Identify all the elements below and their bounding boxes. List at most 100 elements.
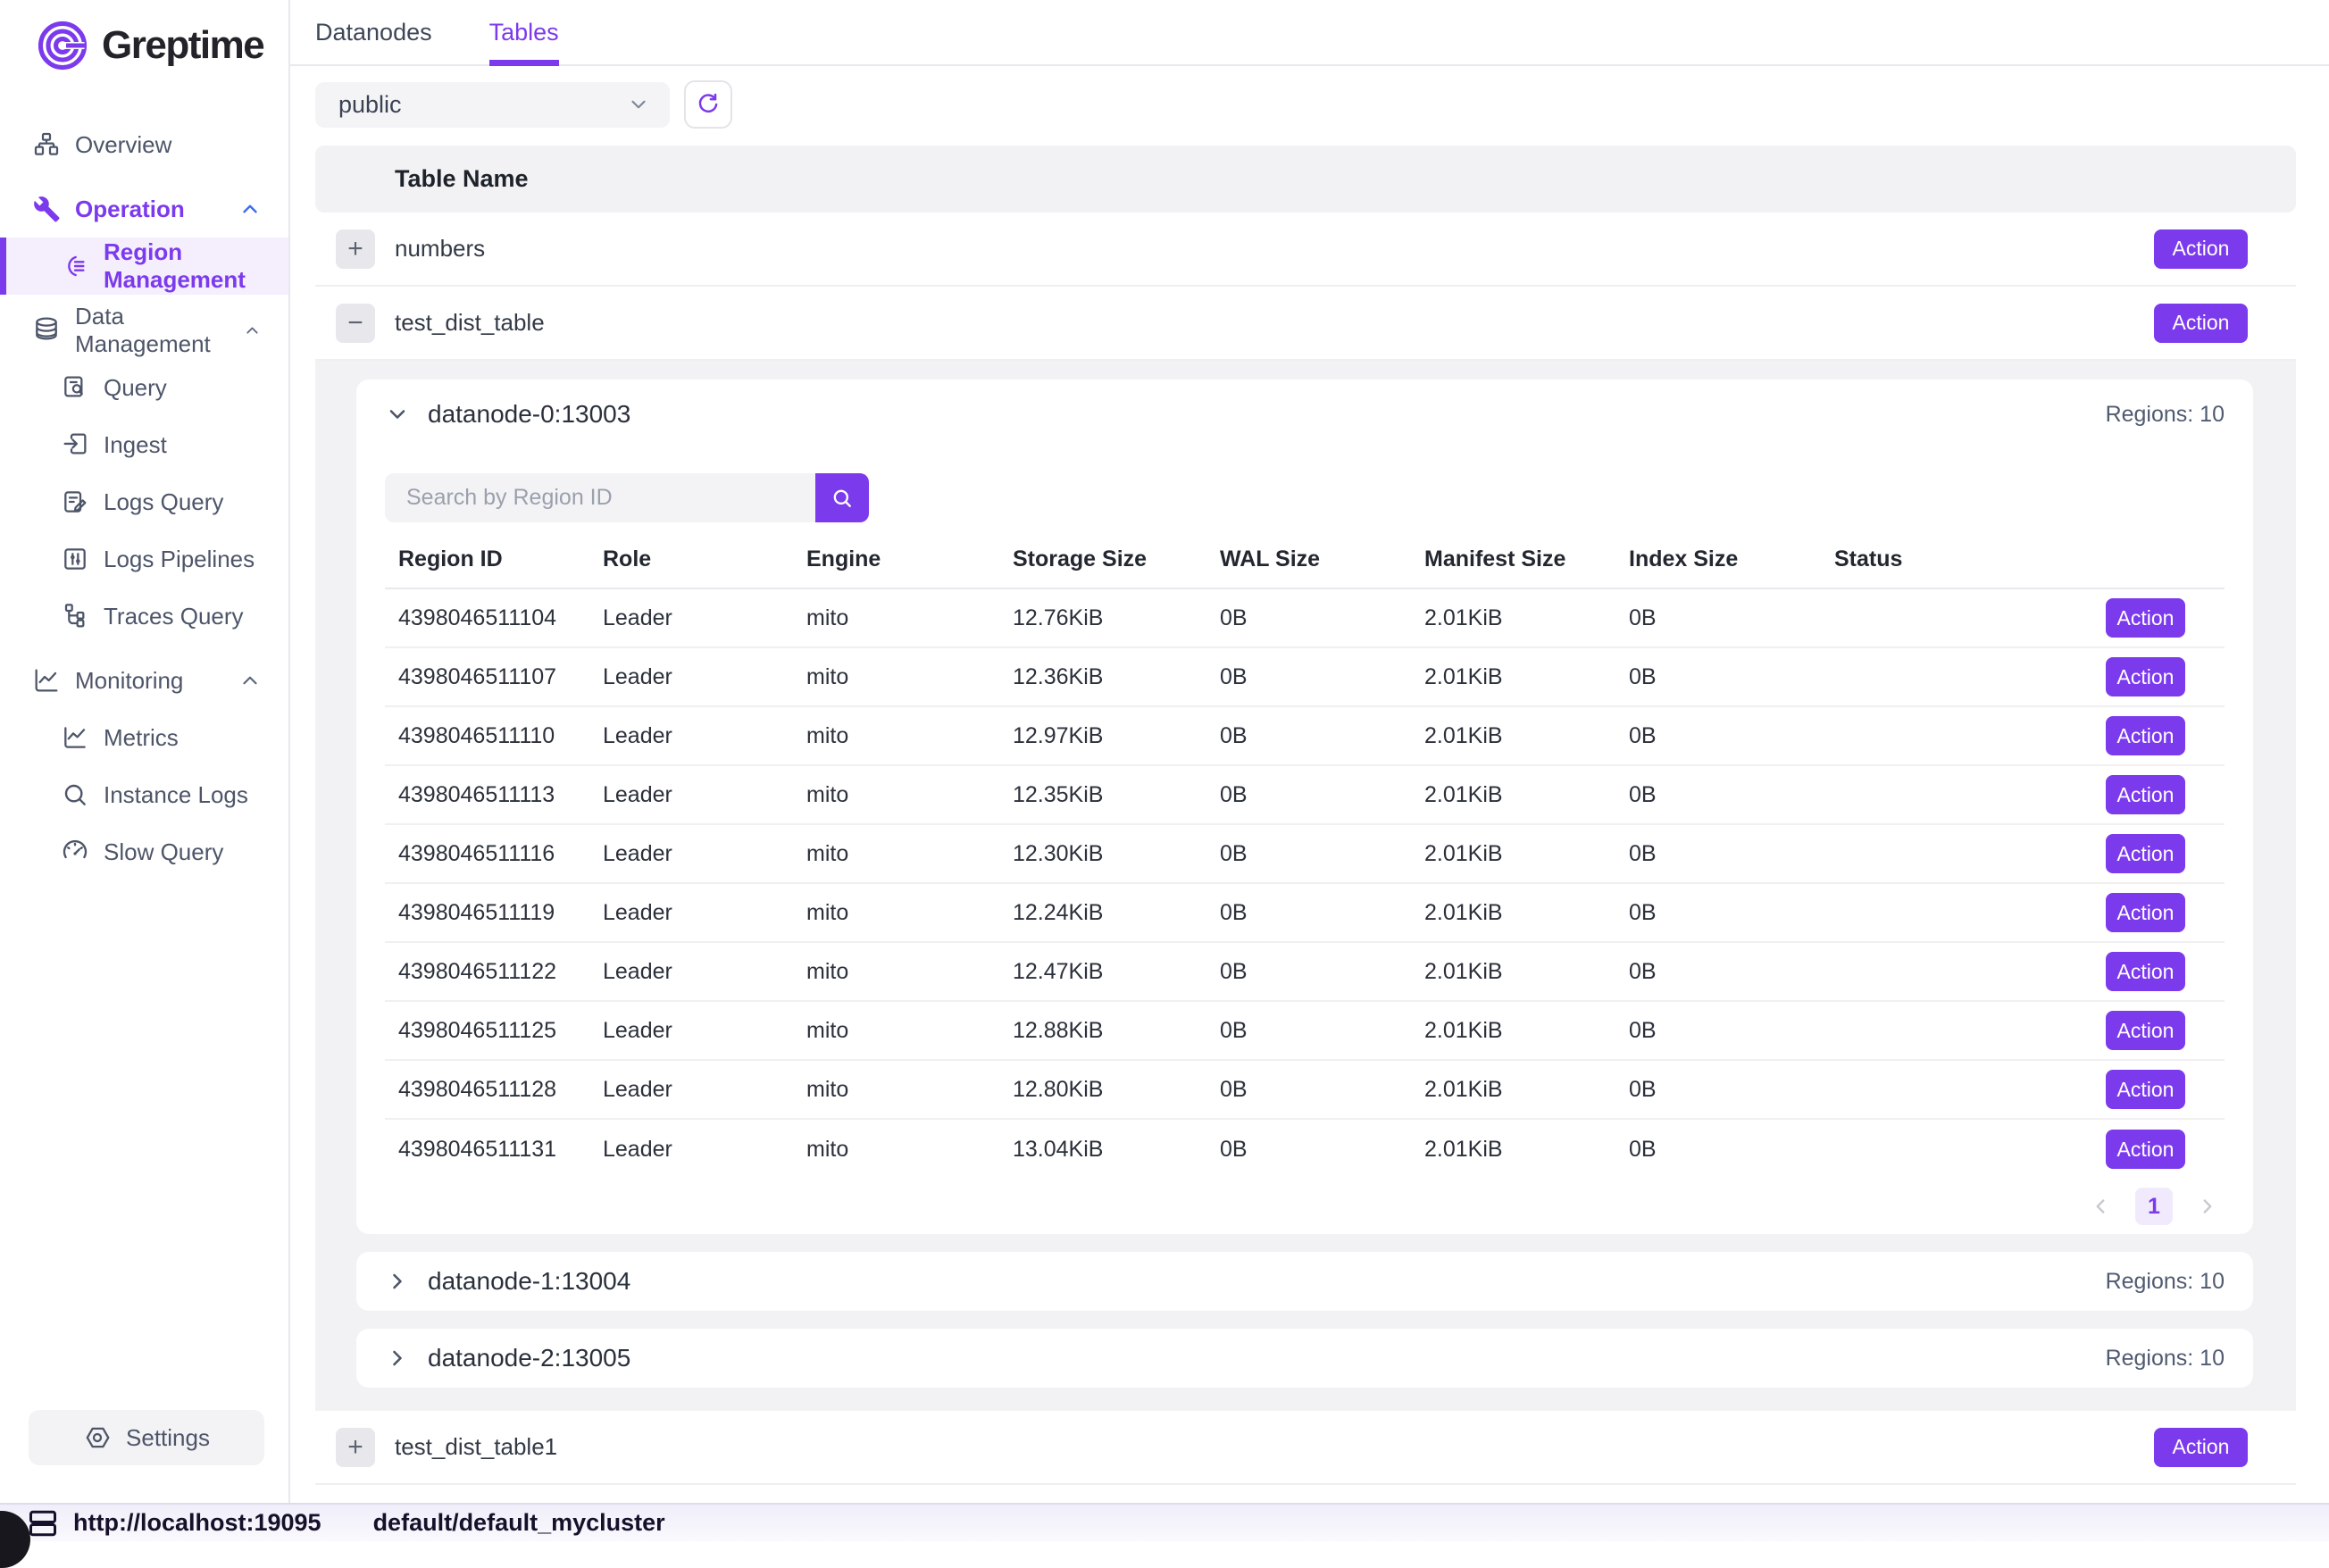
tables-panel: Table Name + numbers Action − test_dist_… (290, 129, 2329, 1503)
region-index: 0B (1615, 1137, 1821, 1163)
region-row: 4398046511128 Leader mito 12.80KiB 0B 2.… (385, 1061, 2225, 1120)
table-name: numbers (395, 235, 485, 263)
region-wal: 0B (1206, 782, 1411, 808)
search-icon (830, 486, 855, 511)
region-action-button[interactable]: Action (2106, 716, 2185, 755)
region-engine: mito (793, 1077, 999, 1103)
region-search-input[interactable] (385, 473, 815, 522)
region-manifest: 2.01KiB (1411, 1018, 1615, 1044)
region-index: 0B (1615, 664, 1821, 690)
datanode-title: datanode-0:13003 (428, 400, 630, 429)
line-chart-icon (32, 666, 61, 695)
region-action-button[interactable]: Action (2106, 598, 2185, 638)
region-action-button[interactable]: Action (2106, 1070, 2185, 1109)
region-role: Leader (589, 959, 793, 985)
chevron-up-icon (243, 319, 262, 342)
col-role: Role (589, 546, 793, 572)
sidebar-item-slow-query[interactable]: Slow Query (0, 823, 288, 880)
region-action-button[interactable]: Action (2106, 657, 2185, 696)
region-storage: 12.97KiB (999, 723, 1206, 749)
region-action-button[interactable]: Action (2106, 1130, 2185, 1169)
region-action-button[interactable]: Action (2106, 893, 2185, 932)
region-id: 4398046511119 (385, 900, 589, 926)
chevron-up-icon (238, 197, 262, 221)
region-row: 4398046511131 Leader mito 13.04KiB 0B 2.… (385, 1120, 2225, 1179)
region-wal: 0B (1206, 1137, 1411, 1163)
regions-count: Regions: 10 (2106, 1269, 2225, 1295)
region-engine: mito (793, 841, 999, 867)
action-button[interactable]: Action (2154, 229, 2248, 269)
regions-count: Regions: 10 (2106, 402, 2225, 428)
region-storage: 12.76KiB (999, 605, 1206, 631)
schema-select[interactable]: public (315, 82, 670, 128)
sidebar-item-traces-query[interactable]: Traces Query (0, 588, 288, 645)
sidebar-group-operation[interactable]: Operation (0, 180, 288, 238)
corner-widget-bubble[interactable] (0, 1511, 30, 1568)
table-name: test_dist_table (395, 309, 545, 337)
region-wal: 0B (1206, 900, 1411, 926)
region-id: 4398046511128 (385, 1077, 589, 1103)
sidebar-item-ingest[interactable]: Ingest (0, 416, 288, 473)
table-header-bar: Table Name (315, 146, 2296, 213)
action-button[interactable]: Action (2154, 1428, 2248, 1467)
region-wal: 0B (1206, 723, 1411, 749)
collapse-button[interactable]: − (336, 304, 375, 343)
main-content: Datanodes Tables public T (290, 0, 2329, 1503)
cluster-name[interactable]: default/default_mycluster (373, 1509, 665, 1537)
expand-button[interactable]: + (336, 229, 375, 269)
region-index: 0B (1615, 605, 1821, 631)
ingest-arrow-icon (61, 430, 89, 459)
sidebar-item-logs-query[interactable]: Logs Query (0, 473, 288, 530)
page-number[interactable]: 1 (2135, 1188, 2173, 1225)
region-storage: 12.47KiB (999, 959, 1206, 985)
region-id: 4398046511122 (385, 959, 589, 985)
region-manifest: 2.01KiB (1411, 605, 1615, 631)
chevron-right-icon[interactable] (385, 1269, 410, 1294)
tab-datanodes[interactable]: Datanodes (315, 0, 432, 64)
region-action-button[interactable]: Action (2106, 952, 2185, 991)
datanode-2-header[interactable]: datanode-2:13005 Regions: 10 (385, 1329, 2225, 1388)
sidebar-item-logs-pipelines[interactable]: Logs Pipelines (0, 530, 288, 588)
datanode-1-header[interactable]: datanode-1:13004 Regions: 10 (385, 1252, 2225, 1311)
sidebar-item-metrics[interactable]: Metrics (0, 709, 288, 766)
sidebar-item-instance-logs[interactable]: Instance Logs (0, 766, 288, 823)
settings-button[interactable]: Settings (29, 1410, 264, 1465)
datanode-0-header[interactable]: datanode-0:13003 Regions: 10 (385, 379, 2225, 449)
region-action-button[interactable]: Action (2106, 834, 2185, 873)
datanode-title: datanode-1:13004 (428, 1267, 630, 1296)
datanode-2-card: datanode-2:13005 Regions: 10 (356, 1329, 2253, 1388)
tab-bar: Datanodes Tables (290, 0, 2329, 66)
region-index: 0B (1615, 782, 1821, 808)
chevron-down-icon[interactable] (385, 402, 410, 427)
sidebar: Greptime Overview (0, 0, 290, 1503)
expand-button[interactable]: + (336, 1428, 375, 1467)
next-page-icon[interactable] (2196, 1195, 2219, 1218)
search-button[interactable] (815, 473, 869, 522)
region-engine: mito (793, 959, 999, 985)
table-row-test-dist-table1: + test_dist_table1 Action (315, 1411, 2296, 1485)
region-engine: mito (793, 1018, 999, 1044)
sidebar-item-query[interactable]: Query (0, 359, 288, 416)
region-role: Leader (589, 723, 793, 749)
col-manifest-size: Manifest Size (1411, 546, 1615, 572)
sidebar-group-monitoring[interactable]: Monitoring (0, 652, 288, 709)
chevron-right-icon[interactable] (385, 1346, 410, 1371)
sidebar-item-overview[interactable]: Overview (0, 116, 288, 173)
region-engine: mito (793, 605, 999, 631)
region-action-button[interactable]: Action (2106, 775, 2185, 814)
previous-page-icon[interactable] (2089, 1195, 2112, 1218)
server-url[interactable]: http://localhost:19095 (73, 1509, 321, 1537)
region-action-button[interactable]: Action (2106, 1011, 2185, 1050)
sidebar-item-region-management[interactable]: Region Management (0, 238, 288, 295)
gauge-icon (61, 838, 89, 866)
refresh-button[interactable] (684, 80, 732, 129)
col-region-id: Region ID (385, 546, 589, 572)
tree-branch-icon (61, 602, 89, 630)
tab-tables[interactable]: Tables (489, 0, 559, 64)
action-button[interactable]: Action (2154, 304, 2248, 343)
sliders-icon (61, 545, 89, 573)
sidebar-group-data-management[interactable]: Data Management (0, 302, 288, 359)
database-icon (32, 316, 61, 345)
chevron-up-icon (238, 669, 262, 692)
app-window: Greptime Overview (0, 0, 2329, 1503)
